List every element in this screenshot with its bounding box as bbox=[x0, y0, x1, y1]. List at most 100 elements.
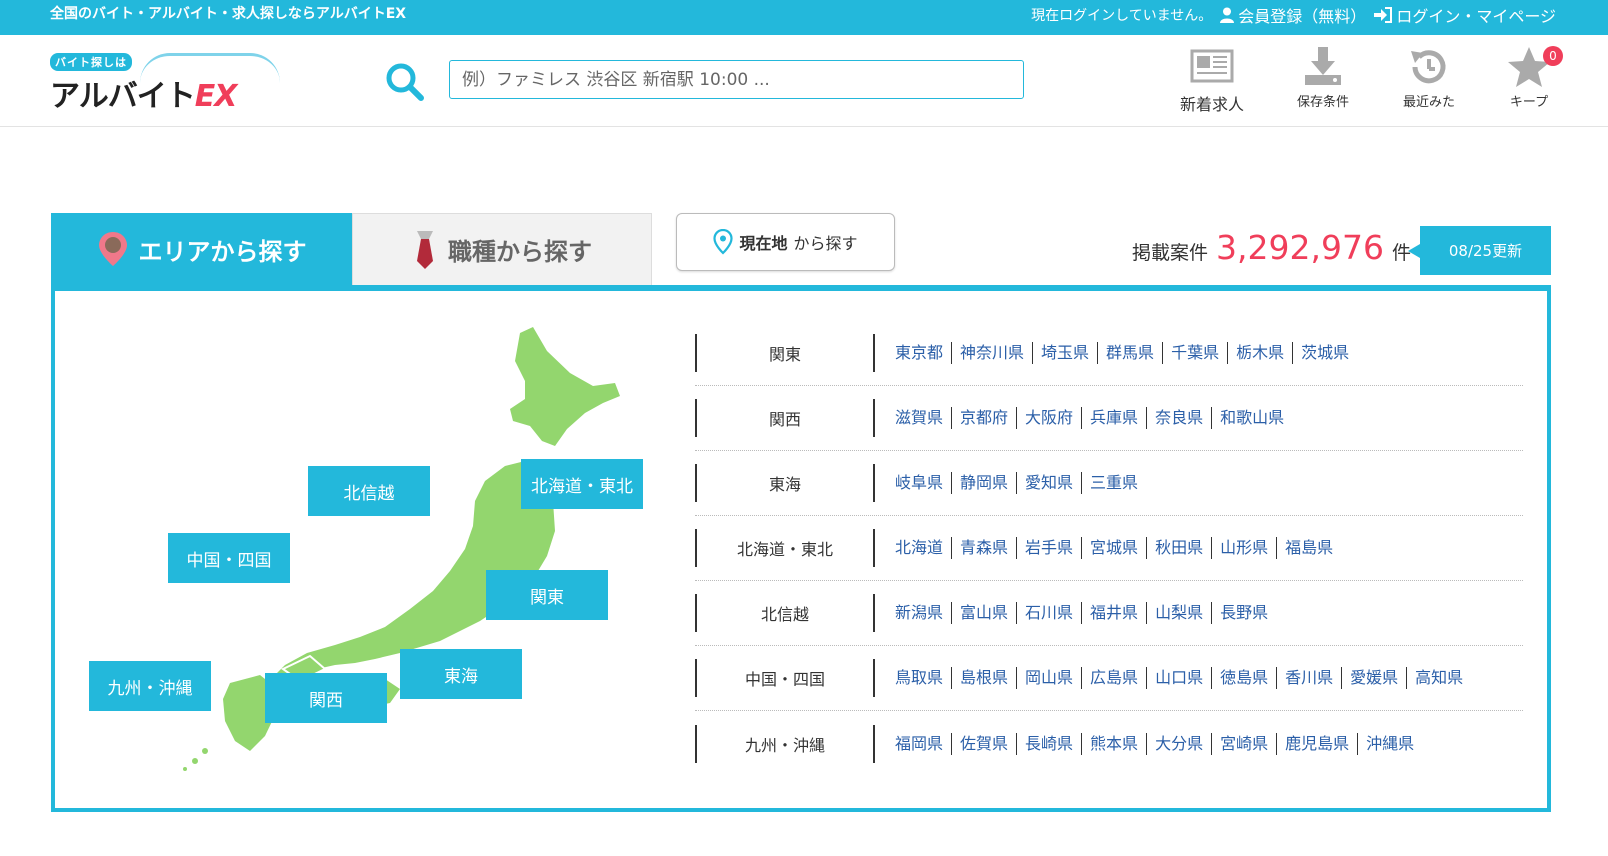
region-name[interactable]: 北海道・東北 bbox=[695, 529, 875, 567]
prefecture-link[interactable]: 青森県 bbox=[952, 537, 1018, 559]
prefecture-link[interactable]: 福岡県 bbox=[891, 732, 953, 755]
tab-area-label: エリアから探す bbox=[138, 237, 307, 266]
prefecture-link[interactable]: 栃木県 bbox=[1228, 342, 1294, 364]
prefecture-link[interactable]: 埼玉県 bbox=[1033, 342, 1099, 364]
logo-small-text: バイト探しは bbox=[50, 53, 132, 71]
prefecture-link[interactable]: 徳島県 bbox=[1212, 667, 1278, 689]
current-location-button[interactable]: 現在地 から探す bbox=[676, 213, 895, 271]
region-name[interactable]: 中国・四国 bbox=[695, 659, 875, 697]
prefecture-link[interactable]: 佐賀県 bbox=[952, 732, 1018, 755]
logo-main: アルバイト bbox=[50, 79, 196, 114]
prefecture-link[interactable]: 岐阜県 bbox=[891, 472, 953, 494]
keep-label: キープ bbox=[1509, 95, 1549, 110]
area-panel: 北信越 北海道・東北 中国・四国 関東 東海 九州・沖縄 関西 関東 東京都 神奈川… bbox=[51, 285, 1551, 812]
search-input[interactable] bbox=[449, 60, 1024, 99]
login-link[interactable]: ログイン・マイページ bbox=[1374, 3, 1556, 27]
prefecture-link[interactable]: 鳥取県 bbox=[891, 667, 953, 689]
prefecture-link[interactable]: 秋田県 bbox=[1147, 537, 1213, 559]
register-link[interactable]: 会員登録（無料） bbox=[1220, 3, 1366, 27]
map-button-hokkaido-tohoku[interactable]: 北海道・東北 bbox=[521, 459, 643, 509]
saved-conditions-button[interactable]: 保存条件 bbox=[1297, 45, 1349, 110]
map-button-kanto[interactable]: 関東 bbox=[486, 570, 608, 620]
prefecture-link[interactable]: 長崎県 bbox=[1017, 732, 1083, 755]
new-jobs-button[interactable]: 新着求人 bbox=[1180, 45, 1244, 115]
region-row: 東海 岐阜県 静岡県 愛知県 三重県 bbox=[695, 451, 1523, 516]
prefecture-link[interactable]: 北海道 bbox=[891, 537, 953, 559]
prefecture-link[interactable]: 山口県 bbox=[1147, 667, 1213, 689]
prefecture-link[interactable]: 群馬県 bbox=[1098, 342, 1164, 364]
download-icon bbox=[1305, 47, 1341, 85]
prefecture-link[interactable]: 沖縄県 bbox=[1358, 733, 1422, 755]
prefecture-link[interactable]: 熊本県 bbox=[1082, 732, 1148, 755]
new-jobs-label: 新着求人 bbox=[1180, 95, 1245, 114]
prefecture-link[interactable]: 東京都 bbox=[891, 342, 953, 364]
prefecture-list: 東京都 神奈川県 埼玉県 群馬県 千葉県 栃木県 茨城県 bbox=[891, 342, 1523, 364]
map-button-chugoku-shikoku[interactable]: 中国・四国 bbox=[168, 533, 290, 583]
prefecture-link[interactable]: 大阪府 bbox=[1017, 407, 1083, 429]
prefecture-link[interactable]: 島根県 bbox=[952, 667, 1018, 689]
region-row: 北信越 新潟県 富山県 石川県 福井県 山梨県 長野県 bbox=[695, 581, 1523, 646]
listing-number: 3,292,976 bbox=[1216, 228, 1384, 267]
keep-count-badge: 0 bbox=[1543, 46, 1563, 66]
map-button-hokushinetsu[interactable]: 北信越 bbox=[308, 466, 430, 516]
map-pin-icon bbox=[98, 232, 127, 266]
region-name[interactable]: 北信越 bbox=[695, 594, 875, 632]
prefecture-link[interactable]: 福島県 bbox=[1277, 537, 1341, 559]
prefecture-link[interactable]: 長野県 bbox=[1212, 602, 1276, 624]
prefecture-link[interactable]: 石川県 bbox=[1017, 602, 1083, 624]
necktie-icon bbox=[417, 230, 433, 269]
prefecture-link[interactable]: 宮城県 bbox=[1082, 537, 1148, 559]
listing-label: 掲載案件 bbox=[1132, 242, 1209, 264]
prefecture-list: 新潟県 富山県 石川県 福井県 山梨県 長野県 bbox=[891, 602, 1523, 624]
prefecture-link[interactable]: 三重県 bbox=[1082, 472, 1146, 494]
prefecture-link[interactable]: 兵庫県 bbox=[1082, 407, 1148, 429]
prefecture-link[interactable]: 滋賀県 bbox=[891, 407, 953, 429]
prefecture-link[interactable]: 愛知県 bbox=[1017, 472, 1083, 494]
region-name[interactable]: 関西 bbox=[695, 399, 875, 437]
prefecture-list: 岐阜県 静岡県 愛知県 三重県 bbox=[891, 472, 1523, 494]
top-bar: 全国のバイト・アルバイト・求人探しならアルバイトEX 現在ログインしていません。… bbox=[0, 0, 1608, 35]
prefecture-link[interactable]: 和歌山県 bbox=[1212, 407, 1292, 429]
keep-button[interactable]: 0 キープ bbox=[1505, 45, 1563, 110]
prefecture-link[interactable]: 福井県 bbox=[1082, 602, 1148, 624]
prefecture-link[interactable]: 奈良県 bbox=[1147, 407, 1213, 429]
prefecture-link[interactable]: 高知県 bbox=[1407, 667, 1471, 689]
prefecture-list: 滋賀県 京都府 大阪府 兵庫県 奈良県 和歌山県 bbox=[891, 407, 1523, 429]
japan-map bbox=[183, 327, 620, 771]
prefecture-link[interactable]: 広島県 bbox=[1082, 667, 1148, 689]
prefecture-link[interactable]: 山形県 bbox=[1212, 537, 1278, 559]
map-button-tokai[interactable]: 東海 bbox=[400, 649, 522, 699]
prefecture-link[interactable]: 鹿児島県 bbox=[1277, 732, 1359, 755]
header: バイト探しは アルバイトEX 新着求人 保存条件 bbox=[0, 35, 1608, 127]
region-row: 北海道・東北 北海道 青森県 岩手県 宮城県 秋田県 山形県 福島県 bbox=[695, 516, 1523, 581]
prefecture-link[interactable]: 千葉県 bbox=[1163, 342, 1229, 364]
prefecture-link[interactable]: 神奈川県 bbox=[952, 342, 1034, 364]
prefecture-list: 鳥取県 島根県 岡山県 広島県 山口県 徳島県 香川県 愛媛県 高知県 bbox=[891, 667, 1523, 689]
prefecture-link[interactable]: 岩手県 bbox=[1017, 537, 1083, 559]
prefecture-link[interactable]: 富山県 bbox=[952, 602, 1018, 624]
updated-badge: 08/25更新 bbox=[1408, 226, 1551, 275]
prefecture-link[interactable]: 香川県 bbox=[1277, 667, 1343, 689]
prefecture-link[interactable]: 宮崎県 bbox=[1212, 732, 1278, 755]
site-logo[interactable]: バイト探しは アルバイトEX bbox=[50, 53, 280, 114]
prefecture-link[interactable]: 京都府 bbox=[952, 407, 1018, 429]
location-rest-label: から探す bbox=[793, 234, 858, 253]
prefecture-link[interactable]: 山梨県 bbox=[1147, 602, 1213, 624]
region-name[interactable]: 東海 bbox=[695, 464, 875, 502]
prefecture-link[interactable]: 新潟県 bbox=[891, 602, 953, 624]
map-button-kansai[interactable]: 関西 bbox=[265, 673, 387, 723]
tab-job-search[interactable]: 職種から探す bbox=[352, 213, 652, 285]
map-button-kyushu-okinawa[interactable]: 九州・沖縄 bbox=[89, 661, 211, 711]
region-name[interactable]: 九州・沖縄 bbox=[695, 724, 875, 763]
prefecture-link[interactable]: 愛媛県 bbox=[1342, 667, 1408, 689]
search-icon[interactable] bbox=[385, 62, 425, 102]
recently-viewed-button[interactable]: 最近みた bbox=[1403, 45, 1455, 110]
register-label: 会員登録（無料） bbox=[1238, 7, 1367, 26]
region-row: 中国・四国 鳥取県 島根県 岡山県 広島県 山口県 徳島県 香川県 愛媛県 高知県 bbox=[695, 646, 1523, 711]
prefecture-link[interactable]: 大分県 bbox=[1147, 732, 1213, 755]
prefecture-link[interactable]: 岡山県 bbox=[1017, 667, 1083, 689]
prefecture-link[interactable]: 静岡県 bbox=[952, 472, 1018, 494]
prefecture-link[interactable]: 茨城県 bbox=[1293, 342, 1357, 364]
region-name[interactable]: 関東 bbox=[695, 334, 875, 372]
tab-area-search[interactable]: エリアから探す bbox=[51, 213, 352, 285]
